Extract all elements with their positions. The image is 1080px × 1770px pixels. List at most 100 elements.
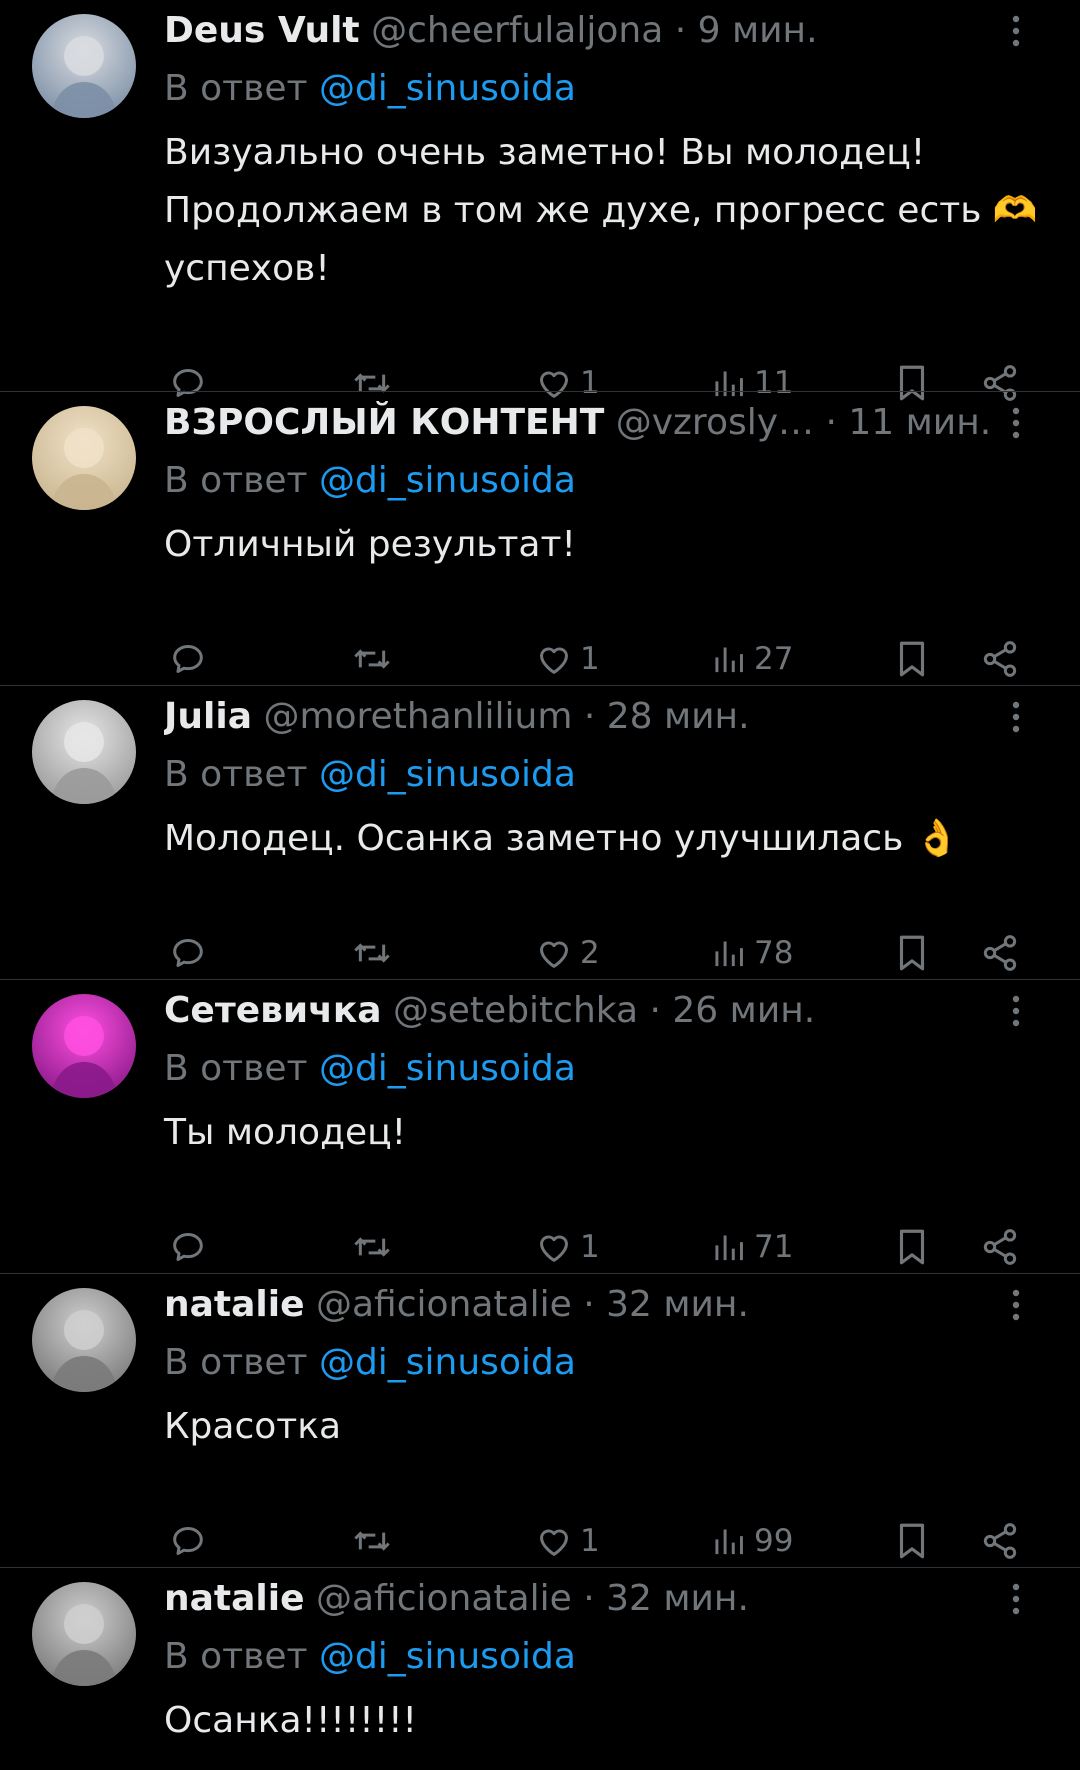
reply-icon [168,639,208,679]
display-name[interactable]: Julia [164,696,252,737]
mention-link[interactable]: @di_sinusoida [319,68,576,109]
reply-item[interactable]: natalie @aficionatalie · 32 мин. В ответ … [0,1568,1080,1770]
user-handle[interactable]: @aficionatalie [316,1578,572,1619]
display-name[interactable]: natalie [164,1578,305,1619]
share-icon [980,1227,1020,1267]
views-button[interactable]: 78 [712,928,793,978]
more-options-button[interactable] [996,1285,1036,1329]
more-options-button[interactable] [996,697,1036,741]
views-icon [712,1227,748,1267]
display-name[interactable]: Сетевичка [164,990,382,1031]
timestamp[interactable]: 9 мин. [698,10,818,51]
user-handle[interactable]: @cheerfulaljona [371,10,663,51]
like-button[interactable]: 1 [534,1222,600,1272]
like-count: 1 [580,1523,600,1559]
share-button[interactable] [980,634,1020,684]
more-options-icon [1012,406,1020,444]
share-button[interactable] [980,1516,1020,1566]
timestamp[interactable]: 32 мин. [606,1284,749,1325]
replying-to: В ответ @di_sinusoida [164,1047,576,1091]
avatar[interactable] [32,1582,136,1686]
mention-link[interactable]: @di_sinusoida [319,460,576,501]
display-name[interactable]: ВЗРОСЛЫЙ КОНТЕНТ [164,402,604,443]
mention-link[interactable]: @di_sinusoida [319,1048,576,1089]
reply-item[interactable]: Deus Vult @cheerfulaljona · 9 мин. В отве… [0,0,1080,401]
action-bar: 1 71 [164,1222,1044,1272]
avatar[interactable] [32,700,136,804]
avatar[interactable] [32,1288,136,1392]
separator-dot: · [814,402,849,443]
replying-to-label: В ответ [164,754,308,795]
share-button[interactable] [980,928,1020,978]
mention-link[interactable]: @di_sinusoida [319,1636,576,1677]
timestamp[interactable]: 32 мин. [606,1578,749,1619]
view-count: 78 [754,935,794,971]
more-options-icon [1012,994,1020,1032]
reply-item[interactable]: ВЗРОСЛЫЙ КОНТЕНТ @vzrosly… · 11 мин. В от… [0,392,1080,686]
repost-button[interactable] [350,634,394,684]
reply-item[interactable]: Julia @morethanlilium · 28 мин. В ответ @… [0,686,1080,980]
avatar[interactable] [32,994,136,1098]
repost-button[interactable] [350,1222,394,1272]
display-name[interactable]: natalie [164,1284,305,1325]
view-count: 99 [754,1523,794,1559]
reply-button[interactable] [168,1516,208,1566]
like-button[interactable]: 1 [534,634,600,684]
reply-icon [168,1521,208,1561]
views-button[interactable]: 71 [712,1222,793,1272]
like-button[interactable]: 1 [534,1516,600,1566]
avatar[interactable] [32,14,136,118]
repost-button[interactable] [350,1516,394,1566]
mention-link[interactable]: @di_sinusoida [319,754,576,795]
reply-item[interactable]: natalie @aficionatalie · 32 мин. В ответ … [0,1274,1080,1568]
reply-button[interactable] [168,634,208,684]
display-name[interactable]: Deus Vult [164,10,360,51]
replying-to: В ответ @di_sinusoida [164,1635,576,1679]
views-icon [712,1521,748,1561]
reply-item[interactable]: Сетевичка @setebitchka · 26 мин. В ответ … [0,980,1080,1274]
share-button[interactable] [980,1222,1020,1272]
views-button[interactable]: 27 [712,634,793,684]
reply-icon [168,1227,208,1267]
reply-icon [168,933,208,973]
reply-button[interactable] [168,1222,208,1272]
more-options-button[interactable] [996,991,1036,1035]
share-icon [980,639,1020,679]
like-button[interactable]: 2 [534,928,600,978]
bookmark-button[interactable] [894,1516,930,1566]
more-options-button[interactable] [996,403,1036,447]
share-icon [980,933,1020,973]
reply-button[interactable] [168,928,208,978]
view-count: 71 [754,1229,794,1265]
user-handle[interactable]: @aficionatalie [316,1284,572,1325]
timestamp[interactable]: 26 мин. [672,990,815,1031]
like-icon [534,1227,574,1267]
separator-dot: · [571,1284,607,1325]
reply-header: natalie @aficionatalie · 32 мин. [164,1577,990,1621]
replying-to: В ответ @di_sinusoida [164,67,576,111]
user-handle[interactable]: @vzrosly… [616,402,814,443]
repost-button[interactable] [350,928,394,978]
reply-header: ВЗРОСЛЫЙ КОНТЕНТ @vzrosly… · 11 мин. [164,401,990,445]
user-handle[interactable]: @morethanlilium [263,696,572,737]
views-button[interactable]: 99 [712,1516,793,1566]
action-bar: 1 27 [164,634,1044,684]
timestamp[interactable]: 11 мин. [848,402,990,443]
bookmark-button[interactable] [894,1222,930,1272]
user-handle[interactable]: @setebitchka [393,990,638,1031]
more-options-button[interactable] [996,1579,1036,1623]
bookmark-icon [894,638,930,680]
replying-to: В ответ @di_sinusoida [164,753,576,797]
bookmark-button[interactable] [894,928,930,978]
separator-dot: · [572,696,607,737]
reply-header: Julia @morethanlilium · 28 мин. [164,695,990,739]
avatar[interactable] [32,406,136,510]
like-icon [534,639,574,679]
more-options-button[interactable] [996,11,1036,55]
timestamp[interactable]: 28 мин. [607,696,750,737]
more-options-icon [1012,700,1020,738]
replying-to-label: В ответ [164,460,308,501]
bookmark-button[interactable] [894,634,930,684]
mention-link[interactable]: @di_sinusoida [319,1342,576,1383]
reply-text: Ты молодец! [164,1112,407,1153]
